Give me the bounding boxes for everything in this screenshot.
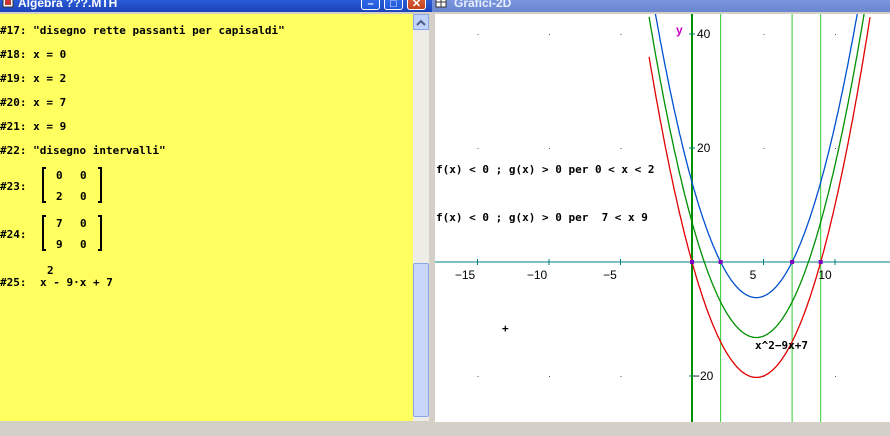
axis-ticks (477, 33, 836, 377)
line-label: #20: (0, 96, 27, 109)
matrix-cell: 0 (56, 169, 63, 182)
line-label: #18: (0, 48, 27, 61)
grid-dot (620, 148, 622, 149)
algebra-scrollbar[interactable] (413, 14, 429, 421)
grid-dot (835, 376, 836, 377)
scroll-up-button[interactable] (413, 14, 429, 30)
y-tick-label: 20 (697, 141, 711, 155)
graph-app-icon (435, 0, 447, 8)
grid-dot (763, 34, 765, 35)
expression-polynomial[interactable]: x - 9·x + 7 (40, 276, 113, 289)
line-label: #19: (0, 72, 27, 85)
expression-line-22[interactable]: #22: "disegno intervalli" (0, 144, 166, 157)
line-label: #22: (0, 144, 27, 157)
interval-point (690, 260, 694, 264)
line-text: "disegno intervalli" (33, 144, 166, 157)
matrix-cell: 0 (80, 217, 87, 230)
grid-dot (477, 376, 479, 377)
grid-dot (477, 34, 479, 35)
y-tick-label: −20 (693, 369, 714, 383)
vertical-lines (691, 14, 822, 422)
matrix-bracket-right (98, 215, 102, 251)
close-button[interactable]: ✕ (407, 0, 426, 10)
expression-line-20[interactable]: #20: x = 7 (0, 96, 66, 109)
curve-green (648, 14, 865, 339)
matrix-cell: 0 (80, 238, 87, 251)
minimize-button[interactable]: – (361, 0, 380, 10)
matrix-bracket-left (42, 167, 46, 203)
grid-dot (620, 34, 622, 35)
graph-status-bar (432, 422, 890, 436)
curve-red (648, 17, 871, 379)
expression-line-25-label[interactable]: #25: (0, 276, 27, 289)
y-tick-label: 40 (697, 27, 711, 41)
expression-line-21[interactable]: #21: x = 9 (0, 120, 66, 133)
matrix-24[interactable]: 7 0 9 0 (42, 215, 106, 251)
algebra-status-bar (0, 421, 432, 436)
graph-canvas[interactable]: y −15 −10 −5 5 10 40 20 −20 f(x) < 0 ; g… (435, 14, 890, 422)
interval-point (718, 260, 723, 264)
graph-window: Grafici-2D y −15 −10 −5 5 10 40 20 −20 f… (432, 0, 890, 436)
x-tick-label: −15 (455, 268, 476, 282)
line-text: x = 7 (33, 96, 67, 109)
algebra-editor[interactable]: #17: "disegno rette passanti per capisal… (0, 14, 413, 421)
poly-exponent: 2 (47, 264, 54, 277)
poly-rest: - 9·x + 7 (53, 276, 113, 289)
matrix-cell: 0 (80, 190, 87, 203)
expression-line-23-label[interactable]: #23: (0, 180, 27, 193)
line-text: x = 9 (33, 120, 67, 133)
cursor-marker: + (502, 322, 509, 335)
algebra-title-bar[interactable]: Algebra ???.MTH – □ ✕ (0, 0, 432, 12)
interval-annotation-2: f(x) < 0 ; g(x) > 0 per 7 < x 9 (436, 211, 648, 224)
expression-line-17[interactable]: #17: "disegno rette passanti per capisal… (0, 24, 285, 37)
interval-annotation-1: f(x) < 0 ; g(x) > 0 per 0 < x < 2 (436, 163, 655, 176)
graph-title: Grafici-2D (454, 0, 512, 10)
y-axis-label: y (676, 23, 683, 37)
line-label: #17: (0, 24, 27, 37)
x-tick-label: 5 (750, 268, 757, 282)
matrix-bracket-left (42, 215, 46, 251)
grid-dot (763, 148, 765, 149)
line-text: "disegno rette passanti per capisaldi" (33, 24, 285, 37)
expression-line-19[interactable]: #19: x = 2 (0, 72, 66, 85)
line-text: x = 0 (33, 48, 67, 61)
app-icon (2, 0, 14, 8)
grid-dot (620, 376, 622, 377)
grid-dot (835, 34, 836, 35)
grid-dots (477, 34, 836, 377)
grid-dot (549, 148, 550, 149)
interval-point (790, 260, 795, 264)
x-tick-label: 10 (818, 268, 832, 282)
grid-dot (477, 148, 479, 149)
curve-label: x^2−9x+7 (755, 339, 808, 352)
graph-title-bar[interactable]: Grafici-2D (432, 0, 890, 12)
matrix-cell: 7 (56, 217, 63, 230)
x-tick-label: −10 (527, 268, 548, 282)
grid-dot (549, 376, 550, 377)
chevron-up-icon (416, 19, 426, 26)
algebra-title: Algebra ???.MTH (18, 0, 118, 10)
matrix-cell: 2 (56, 190, 63, 203)
expression-line-18[interactable]: #18: x = 0 (0, 48, 66, 61)
x-tick-label: −5 (603, 268, 617, 282)
grid-dot (549, 34, 550, 35)
poly-base: x (40, 276, 47, 289)
scroll-thumb[interactable] (413, 263, 429, 417)
grid-dot (835, 148, 836, 149)
algebra-window: Algebra ???.MTH – □ ✕ #17: "disegno rett… (0, 0, 432, 436)
expression-line-24-label[interactable]: #24: (0, 228, 27, 241)
line-text: x = 2 (33, 72, 67, 85)
interval-point (818, 260, 823, 264)
line-label: #21: (0, 120, 27, 133)
matrix-23[interactable]: 0 0 2 0 (42, 167, 106, 203)
matrix-bracket-right (98, 167, 102, 203)
maximize-button[interactable]: □ (384, 0, 403, 10)
matrix-cell: 0 (80, 169, 87, 182)
matrix-cell: 9 (56, 238, 63, 251)
